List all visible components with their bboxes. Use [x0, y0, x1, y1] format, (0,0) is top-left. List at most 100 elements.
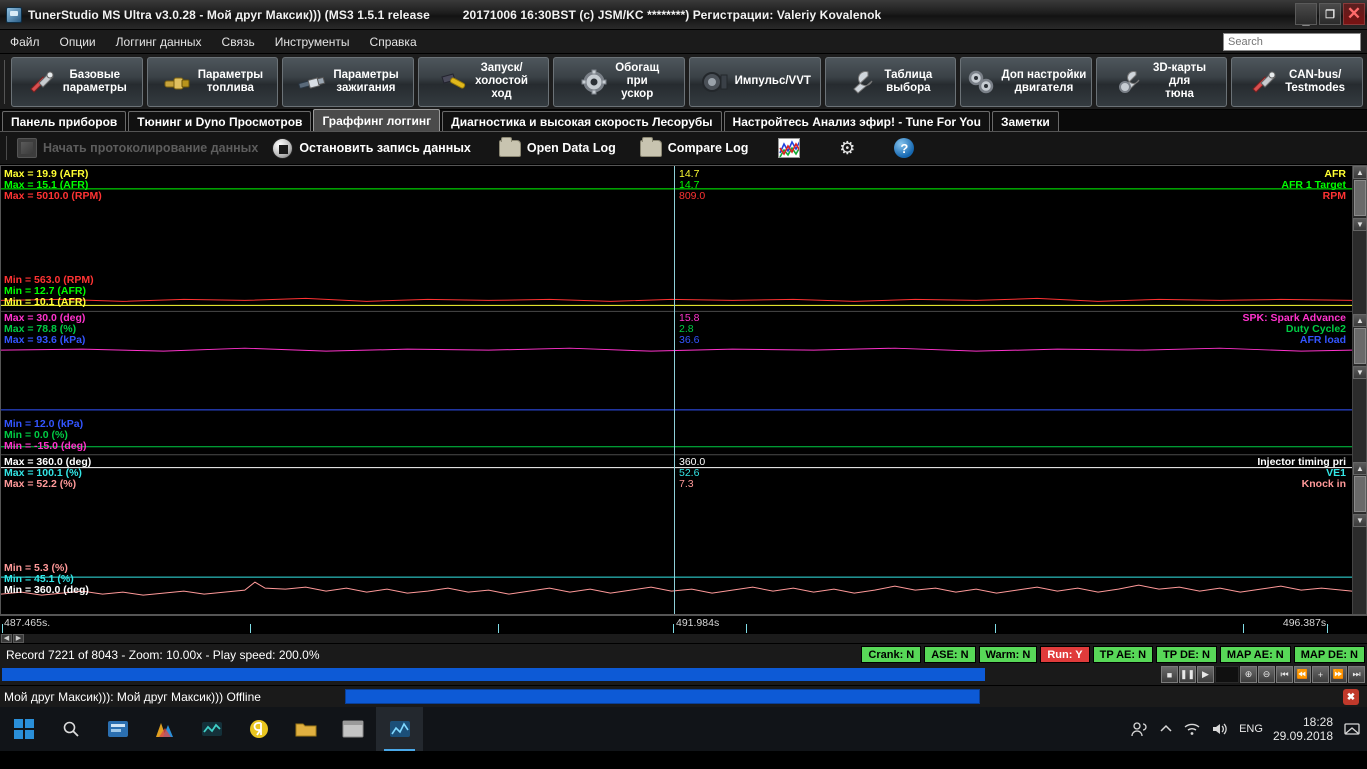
speaker-icon[interactable] [1211, 722, 1229, 736]
close-button[interactable]: ✕ [1343, 3, 1365, 25]
scroll-down-icon-3[interactable]: ▼ [1353, 514, 1367, 527]
scroll-down-icon[interactable]: ▼ [1353, 218, 1367, 231]
taskbar-app-1[interactable] [94, 707, 141, 751]
taskbar-app-2[interactable] [141, 707, 188, 751]
taskbar-app-5[interactable] [282, 707, 329, 751]
pane-spk-duty-load-max-labels: Max = 30.0 (deg) Max = 78.8 (%) Max = 93… [4, 313, 85, 347]
yandex-icon [249, 719, 269, 739]
wifi-icon[interactable] [1183, 722, 1201, 736]
taskbar-app-3[interactable] [188, 707, 235, 751]
scroll-thumb-2[interactable] [1354, 328, 1366, 364]
tab-dashboard[interactable]: Панель приборов [2, 111, 126, 131]
disconnect-icon[interactable]: ✖ [1343, 689, 1359, 705]
windows-logo [14, 719, 34, 739]
start-button[interactable] [0, 707, 47, 751]
menu-item-datalogging[interactable]: Логгинг данных [106, 32, 212, 52]
start-log-icon [17, 138, 37, 158]
speed-display[interactable] [1215, 666, 1239, 683]
menu-item-tools[interactable]: Инструменты [265, 32, 360, 52]
scroll-down-icon-2[interactable]: ▼ [1353, 366, 1367, 379]
maximize-button[interactable]: ❐ [1319, 3, 1341, 25]
toolbar-button-base-params[interactable]: Базовые параметры [11, 57, 143, 107]
gray-window-icon [342, 720, 364, 738]
taskbar-app-4[interactable] [235, 707, 282, 751]
window-title-main: TunerStudio MS Ultra v3.0.28 - Мой друг … [28, 8, 430, 22]
add-marker-button[interactable]: + [1312, 666, 1329, 683]
people-icon[interactable] [1131, 721, 1149, 737]
hscroll-left-icon[interactable]: ◀ [1, 634, 12, 643]
turbo-icon [699, 69, 729, 95]
graph-horizontal-scrollbar[interactable]: ◀ ▶ [0, 633, 1367, 643]
toolbar-button-ignition-params[interactable]: Параметры зажигания [282, 57, 414, 107]
wrench-icon [848, 69, 878, 95]
start-logging-button[interactable]: Начать протоколирование данных [13, 136, 262, 160]
zoom-out-button[interactable]: ⊖ [1258, 666, 1275, 683]
datalog-graph[interactable]: Max = 19.9 (AFR) Max = 15.1 (AFR) Max = … [0, 165, 1367, 615]
gear-icon[interactable]: ⚙ [838, 139, 856, 157]
skip-end-button[interactable]: ⏭ [1348, 666, 1365, 683]
toolbar-button-accel-enrich[interactable]: Обогащ при ускор [553, 57, 685, 107]
scroll-thumb-3[interactable] [1354, 476, 1366, 512]
rewind-button[interactable]: ⏪ [1294, 666, 1311, 683]
play-icon: ▶ [1202, 669, 1209, 680]
tray-language[interactable]: ENG [1239, 723, 1263, 735]
taskbar-app-6[interactable] [329, 707, 376, 751]
stop-logging-button[interactable]: Остановить запись данных [268, 136, 475, 161]
hscroll-right-icon[interactable]: ▶ [13, 634, 24, 643]
taskbar-search[interactable] [47, 707, 94, 751]
toolbar-button-extra-engine-settings[interactable]: Доп настройки двигателя [960, 57, 1092, 107]
play-button[interactable]: ▶ [1197, 666, 1214, 683]
menu-item-file[interactable]: Файл [0, 32, 50, 52]
toolbar-button-cranking-idle[interactable]: Запуск/ холостой ход [418, 57, 550, 107]
tab-notes[interactable]: Заметки [992, 111, 1059, 131]
scroll-thumb-1[interactable] [1354, 180, 1366, 216]
stop-button[interactable]: ■ [1161, 666, 1178, 683]
graph-canvas[interactable]: Max = 19.9 (AFR) Max = 15.1 (AFR) Max = … [1, 166, 1352, 614]
chart-icon[interactable] [778, 138, 800, 158]
window-title: TunerStudio MS Ultra v3.0.28 - Мой друг … [28, 8, 881, 22]
tab-diagnostics[interactable]: Диагностика и высокая скорость Лесорубы [442, 111, 721, 131]
toolbar-button-canbus-testmodes[interactable]: CAN-bus/ Testmodes [1231, 57, 1363, 107]
forward-button[interactable]: ⏩ [1330, 666, 1347, 683]
tab-graphing-logging[interactable]: Граффинг логгинг [313, 109, 440, 131]
notification-icon[interactable] [1343, 721, 1361, 737]
taskbar-app-tunerstudio[interactable] [376, 707, 423, 751]
toolbar-button-label: Базовые параметры [63, 69, 127, 95]
open-data-log-button[interactable]: Open Data Log [495, 138, 620, 159]
status-badge-ase: ASE: N [924, 646, 975, 663]
search-input[interactable] [1223, 33, 1361, 51]
pause-button[interactable]: ❚❚ [1179, 666, 1196, 683]
menu-item-help[interactable]: Справка [360, 32, 427, 52]
toolbar-button-pulse-vvt[interactable]: Импульс/VVT [689, 57, 821, 107]
toolbar-button-selection-table[interactable]: Таблица выбора [825, 57, 957, 107]
chevron-up-icon[interactable] [1159, 724, 1173, 734]
stop-logging-label: Остановить запись данных [299, 141, 471, 155]
skip-start-button[interactable]: ⏮ [1276, 666, 1293, 683]
open-data-log-label: Open Data Log [527, 141, 616, 155]
scroll-up-icon[interactable]: ▲ [1353, 166, 1367, 179]
help-icon[interactable]: ? [894, 138, 914, 158]
stop-log-icon [272, 138, 293, 159]
minimize-button[interactable]: _ [1295, 3, 1317, 25]
graph-vertical-scrollbar[interactable]: ▲ ▼ ▲ ▼ ▲ ▼ [1352, 166, 1366, 614]
compare-log-button[interactable]: Compare Log [636, 138, 753, 159]
status-badge-run: Run: Y [1040, 646, 1089, 663]
injector-icon [162, 69, 192, 95]
toolbar-button-fuel-params[interactable]: Параметры топлива [147, 57, 279, 107]
compare-log-label: Compare Log [668, 141, 749, 155]
legend-entry: Knock in [1257, 479, 1346, 490]
taskbar-clock[interactable]: 18:28 29.09.2018 [1273, 715, 1333, 743]
graph-cursor-line[interactable] [674, 166, 675, 614]
scroll-up-icon-2[interactable]: ▲ [1353, 314, 1367, 327]
zoom-in-button[interactable]: ⊕ [1240, 666, 1257, 683]
tab-tuning-dyno[interactable]: Тюнинг и Dyno Просмотров [128, 111, 311, 131]
legend-entry: AFR load [1243, 335, 1346, 346]
menu-item-options[interactable]: Опции [50, 32, 106, 52]
toolbar-button-3d-maps[interactable]: 3D-карты для тюна [1096, 57, 1228, 107]
graph-time-axis[interactable]: 487.465s. 491.984s 496.387s. [0, 615, 1367, 633]
tab-tune-for-you[interactable]: Настройтесь Анализ эфир! - Tune For You [724, 111, 990, 131]
wrench-gear-icon [1117, 69, 1147, 95]
playback-progress[interactable] [2, 668, 985, 681]
scroll-up-icon-3[interactable]: ▲ [1353, 462, 1367, 475]
menu-item-communications[interactable]: Связь [212, 32, 265, 52]
